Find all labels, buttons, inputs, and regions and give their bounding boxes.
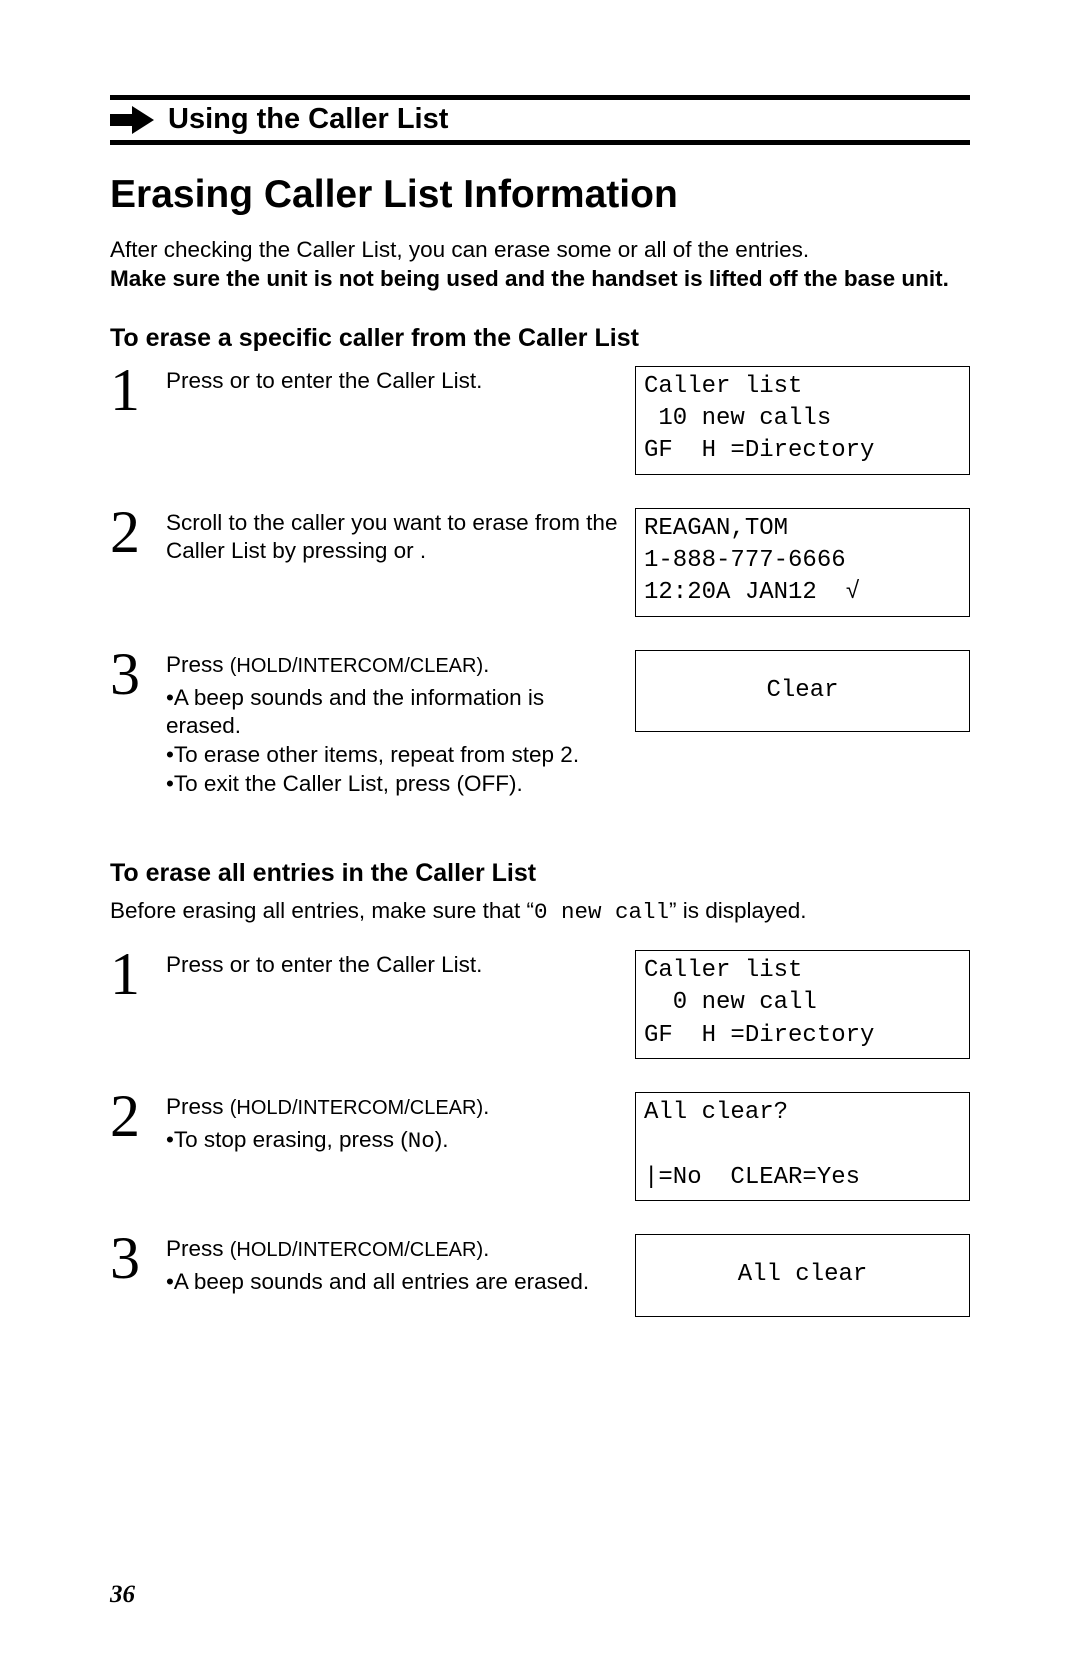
lcd-display: All clear? |=No CLEAR=Yes	[635, 1092, 970, 1201]
step-text: Scroll to the caller you want to erase f…	[166, 505, 635, 567]
intro-line-2: Make sure the unit is not being used and…	[110, 266, 949, 291]
step-text: Press or to enter the Caller List.	[166, 363, 635, 396]
bullet: •A beep sounds and the information is er…	[166, 684, 621, 742]
step-number: 2	[110, 1089, 166, 1142]
page-title: Erasing Caller List Information	[110, 173, 970, 217]
lcd-display: REAGAN,TOM 1-888-777-6666 12:20A JAN12 √	[635, 508, 970, 617]
proc-a-step-2: 2 Scroll to the caller you want to erase…	[110, 505, 970, 617]
proc-b-step-1: 1 Press or to enter the Caller List. Cal…	[110, 947, 970, 1059]
bullet: •A beep sounds and all entries are erase…	[166, 1268, 621, 1297]
arrow-right-icon	[110, 105, 154, 135]
proc-b-before: Before erasing all entries, make sure th…	[110, 898, 970, 925]
step-display: Caller list 0 new call GF H =Directory	[635, 947, 970, 1059]
proc-b-heading: To erase all entries in the Caller List	[110, 859, 970, 888]
bullet: •To stop erasing, press (No).	[166, 1126, 621, 1156]
proc-b-step-3: 3 Press (HOLD/INTERCOM/CLEAR). •A beep s…	[110, 1231, 970, 1316]
step-text: Press (HOLD/INTERCOM/CLEAR). •A beep sou…	[166, 1231, 635, 1297]
step-display: All clear	[635, 1231, 970, 1316]
bullet: •To exit the Caller List, press (OFF).	[166, 770, 621, 799]
step-number: 3	[110, 647, 166, 700]
lcd-display: Caller list 0 new call GF H =Directory	[635, 950, 970, 1059]
lcd-display: Caller list 10 new calls GF H =Directory	[635, 366, 970, 475]
step-number: 3	[110, 1231, 166, 1284]
step-display: Clear	[635, 647, 970, 732]
page-number: 36	[110, 1581, 135, 1609]
proc-a-step-1: 1 Press or to enter the Caller List. Cal…	[110, 363, 970, 475]
proc-a-step-3: 3 Press (HOLD/INTERCOM/CLEAR). •A beep s…	[110, 647, 970, 799]
intro-paragraph: After checking the Caller List, you can …	[110, 235, 970, 294]
bullet: •To erase other items, repeat from step …	[166, 741, 621, 770]
proc-a-heading: To erase a specific caller from the Call…	[110, 324, 970, 353]
step-display: All clear? |=No CLEAR=Yes	[635, 1089, 970, 1201]
step-number: 1	[110, 947, 166, 1000]
lcd-display: Clear	[635, 650, 970, 732]
lcd-display: All clear	[635, 1234, 970, 1316]
step-text: Press (HOLD/INTERCOM/CLEAR). •To stop er…	[166, 1089, 635, 1156]
step-text: Press or to enter the Caller List.	[166, 947, 635, 980]
proc-b-step-2: 2 Press (HOLD/INTERCOM/CLEAR). •To stop …	[110, 1089, 970, 1201]
section-title: Using the Caller List	[168, 103, 448, 136]
step-display: REAGAN,TOM 1-888-777-6666 12:20A JAN12 √	[635, 505, 970, 617]
step-display: Caller list 10 new calls GF H =Directory	[635, 363, 970, 475]
step-number: 2	[110, 505, 166, 558]
intro-line-1: After checking the Caller List, you can …	[110, 237, 809, 262]
step-text: Press (HOLD/INTERCOM/CLEAR). •A beep sou…	[166, 647, 635, 799]
step-number: 1	[110, 363, 166, 416]
section-header: Using the Caller List	[110, 95, 970, 145]
